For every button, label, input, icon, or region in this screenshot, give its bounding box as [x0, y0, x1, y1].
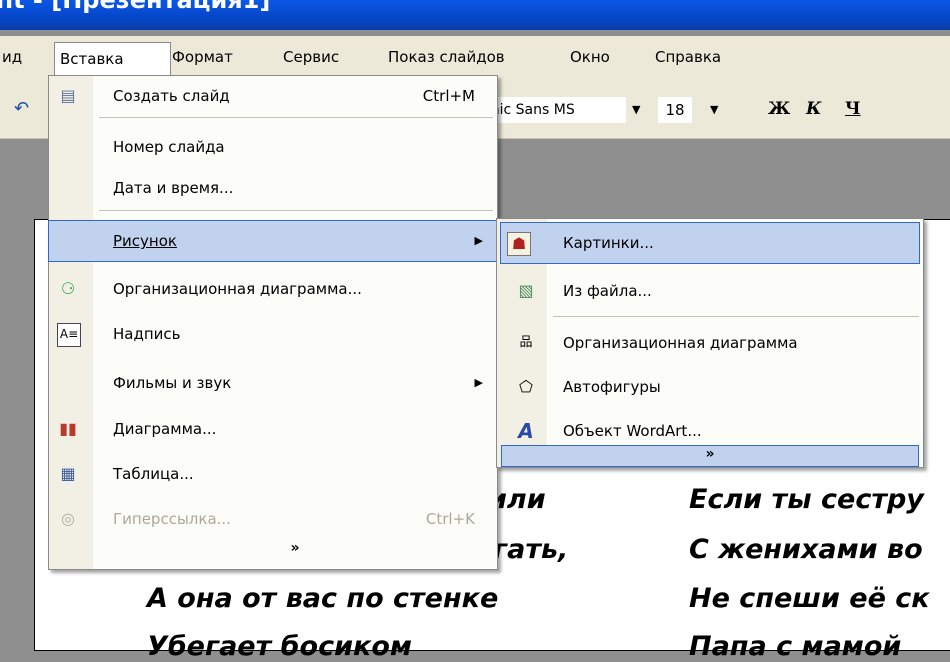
- submenu-arrow-icon: ▶: [474, 234, 483, 247]
- font-size-box[interactable]: 18: [658, 97, 692, 123]
- menu-item-slide-number[interactable]: Номер слайда: [49, 127, 497, 167]
- menu-item-date-time[interactable]: Дата и время...: [49, 168, 497, 208]
- font-dropdown-arrow-icon[interactable]: ▼: [632, 97, 640, 123]
- org-chart-icon: 品: [519, 335, 533, 350]
- chart-icon: ▮▮: [59, 419, 77, 438]
- menu-item-movies-sounds[interactable]: Фильмы и звук ▶: [49, 363, 497, 403]
- menu-item-from-file[interactable]: ▧ Из файла...: [497, 271, 923, 311]
- menu-item-clipart[interactable]: ☗ Картинки...: [500, 222, 920, 264]
- clipart-icon: ☗: [507, 232, 531, 256]
- size-dropdown-arrow-icon[interactable]: ▼: [710, 97, 718, 123]
- org-chart-icon: ⚆: [60, 279, 76, 298]
- hyperlink-icon: ◎: [61, 509, 75, 528]
- wordart-icon: A: [518, 419, 534, 443]
- menu-item-picture[interactable]: Рисунок ▶: [48, 220, 498, 262]
- expand-menu-chevron-icon[interactable]: »: [93, 540, 497, 556]
- italic-button[interactable]: К: [806, 94, 821, 124]
- slide-text-line: Убегает босиком: [147, 631, 412, 662]
- picture-submenu: ☗ Картинки... ▧ Из файла... 品 Организаци…: [496, 218, 924, 468]
- slide-text-line: Не спеши её ск: [689, 583, 930, 614]
- expand-submenu-chevron-icon[interactable]: »: [501, 445, 919, 467]
- autoshapes-icon: ⬠: [519, 377, 533, 396]
- menu-insert[interactable]: Вставка: [54, 42, 171, 75]
- menu-separator: [553, 316, 919, 317]
- font-name-box[interactable]: mic Sans MS: [486, 97, 626, 123]
- menu-format[interactable]: Формат: [172, 44, 233, 70]
- menu-item-hyperlink: ◎ Гиперссылка... Ctrl+K: [49, 499, 497, 539]
- menu-view[interactable]: ид: [2, 44, 22, 70]
- menu-item-new-slide[interactable]: ▤ Создать слайд Ctrl+M: [49, 76, 497, 116]
- slide-text-line: Если ты сестру: [689, 484, 924, 515]
- menu-item-chart[interactable]: ▮▮ Диаграмма...: [49, 409, 497, 449]
- insert-menu: ▤ Создать слайд Ctrl+M Номер слайда Дата…: [48, 75, 498, 570]
- slide-text-line: С женихами во: [689, 534, 923, 565]
- slide-text-line: Папа с мамой: [689, 631, 902, 662]
- menu-item-textbox[interactable]: A≡ Надпись: [49, 314, 497, 354]
- menu-item-autoshapes[interactable]: ⬠ Автофигуры: [497, 367, 923, 407]
- undo-icon[interactable]: ↶: [14, 98, 38, 122]
- textbox-icon: A≡: [57, 323, 81, 347]
- menu-window[interactable]: Окно: [570, 44, 610, 70]
- slide-text-line: гать,: [493, 534, 569, 565]
- from-file-icon: ▧: [518, 281, 534, 300]
- bold-button[interactable]: Ж: [768, 94, 790, 124]
- menu-item-table[interactable]: ▦ Таблица...: [49, 454, 497, 494]
- menu-item-org-chart-sub[interactable]: 品 Организационная диаграмма: [497, 323, 923, 363]
- slide-text-line: А она от вас по стенке: [147, 583, 499, 614]
- menu-tools[interactable]: Сервис: [283, 44, 339, 70]
- menu-separator: [99, 117, 493, 118]
- submenu-arrow-icon: ▶: [474, 376, 483, 389]
- menu-bar: ид Вставка Формат Сервис Показ слайдов О…: [0, 36, 950, 78]
- menu-item-org-chart[interactable]: ⚆ Организационная диаграмма...: [49, 269, 497, 309]
- underline-button[interactable]: Ч: [845, 94, 861, 124]
- window-title: nt - [Презентация1]: [0, 0, 271, 14]
- menu-slideshow[interactable]: Показ слайдов: [388, 44, 505, 70]
- new-slide-icon: ▤: [60, 86, 76, 105]
- menu-help[interactable]: Справка: [655, 44, 721, 70]
- menu-separator: [99, 210, 493, 211]
- table-icon: ▦: [60, 464, 76, 483]
- title-bar: nt - [Презентация1]: [0, 0, 950, 30]
